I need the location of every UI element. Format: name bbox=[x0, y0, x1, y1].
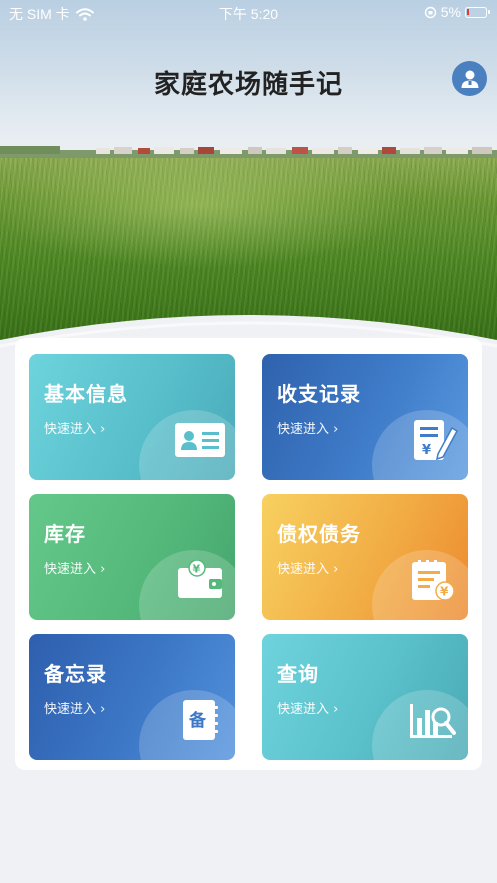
currency-glyph: ¥ bbox=[440, 585, 449, 599]
currency-glyph: ¥ bbox=[422, 443, 431, 458]
card-title: 收支记录 bbox=[277, 382, 361, 406]
card-income-expense[interactable]: 收支记录 快速进入 › ¥ bbox=[262, 354, 468, 480]
status-bar: 无 SIM 卡 下午 5:20 5% bbox=[0, 0, 497, 26]
memo-glyph: 备 bbox=[188, 710, 207, 731]
card-title: 库存 bbox=[44, 522, 86, 546]
battery-icon bbox=[465, 6, 490, 18]
card-title: 基本信息 bbox=[44, 382, 128, 406]
clock: 下午 5:20 bbox=[218, 6, 279, 22]
card-title: 查询 bbox=[277, 662, 319, 686]
chart-search-icon bbox=[410, 704, 456, 738]
card-basic-info[interactable]: 基本信息 快速进入 › bbox=[29, 354, 235, 480]
id-card-icon bbox=[175, 423, 225, 457]
card-quick-entry[interactable]: 快速进入 › bbox=[277, 698, 338, 717]
battery-percent: 5% bbox=[440, 4, 461, 20]
card-quick-entry[interactable]: 快速进入 › bbox=[277, 558, 338, 577]
card-title: 备忘录 bbox=[44, 662, 107, 686]
user-avatar-icon bbox=[461, 70, 478, 88]
hero-background bbox=[0, 0, 497, 380]
orientation-lock-icon bbox=[424, 6, 436, 18]
memo-book-icon: 备 bbox=[183, 700, 218, 740]
page-title: 家庭农场随手记 bbox=[153, 70, 343, 100]
card-quick-entry[interactable]: 快速进入 › bbox=[44, 698, 105, 717]
debt-document-icon: ¥ bbox=[412, 560, 455, 600]
card-debt[interactable]: 债权债务 快速进入 › ¥ bbox=[262, 494, 468, 620]
card-inventory[interactable]: 库存 快速进入 › ¥ bbox=[29, 494, 235, 620]
wallet-icon: ¥ bbox=[178, 560, 222, 598]
card-query[interactable]: 查询 快速进入 › bbox=[262, 634, 468, 760]
ledger-edit-icon: ¥ bbox=[414, 420, 458, 460]
card-title: 债权债务 bbox=[277, 522, 361, 546]
user-avatar-button[interactable] bbox=[452, 61, 487, 96]
card-quick-entry[interactable]: 快速进入 › bbox=[44, 558, 105, 577]
card-quick-entry[interactable]: 快速进入 › bbox=[44, 418, 105, 437]
card-quick-entry[interactable]: 快速进入 › bbox=[277, 418, 338, 437]
menu-panel: 基本信息 快速进入 › 收支记录 快速进入 › ¥ 库存 快速进入 › ¥ 债权… bbox=[15, 338, 482, 770]
card-memo[interactable]: 备忘录 快速进入 › 备 bbox=[29, 634, 235, 760]
currency-glyph: ¥ bbox=[193, 563, 201, 576]
